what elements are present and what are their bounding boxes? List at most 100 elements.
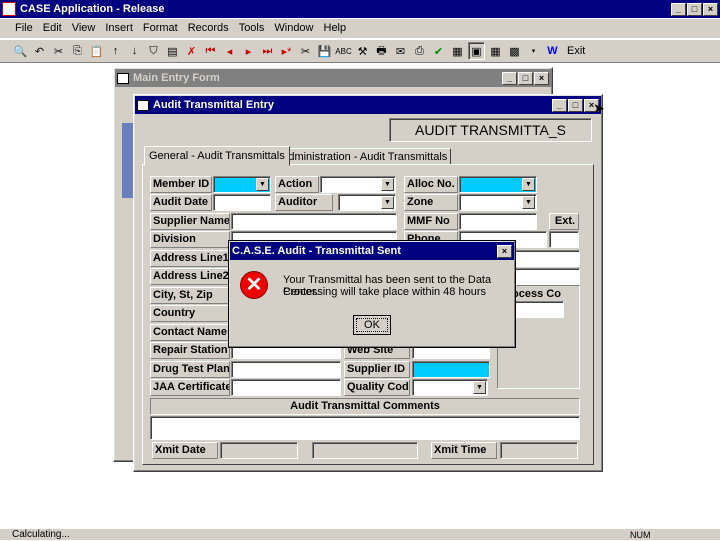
supplier-id-label: Supplier ID <box>344 361 410 378</box>
action-input[interactable]: ▼ <box>320 176 396 193</box>
address-line2-input[interactable] <box>512 268 580 285</box>
division-label: Division <box>150 231 230 248</box>
sort-asc-icon[interactable]: ↑ <box>107 42 124 60</box>
app-icon <box>2 2 16 16</box>
refresh-icon[interactable]: ✔ <box>430 42 447 60</box>
tab-general[interactable]: General - Audit Transmittals <box>144 146 290 166</box>
menu-file[interactable]: File <box>10 19 38 38</box>
menu-tools[interactable]: Tools <box>234 19 270 38</box>
error-icon: ✕ <box>240 271 268 299</box>
action-label: Action <box>275 176 319 193</box>
filter-form-icon[interactable]: ▤ <box>164 42 181 60</box>
find-icon[interactable]: 🔍 <box>12 42 29 60</box>
xmit-date-label: Xmit Date <box>152 442 218 459</box>
mmf-no-input[interactable] <box>459 213 537 230</box>
mmf-no-label: MMF No <box>404 213 458 230</box>
auditor-label: Auditor <box>275 194 333 211</box>
audit-maximize-button[interactable]: □ <box>568 98 583 112</box>
xmit-time-input[interactable] <box>500 442 578 459</box>
maximize-button[interactable]: □ <box>687 2 702 16</box>
supplier-id-input[interactable] <box>412 361 490 378</box>
cut-icon[interactable]: ✂ <box>50 42 67 60</box>
delete-record-icon[interactable]: ✂ <box>297 42 314 60</box>
ext-input[interactable] <box>549 231 579 248</box>
zone-input[interactable]: ▼ <box>459 194 537 211</box>
menu-view[interactable]: View <box>67 19 101 38</box>
print-icon[interactable]: 🖶 <box>373 42 390 60</box>
jaa-cert-label: JAA Certificate <box>150 379 230 396</box>
xmit-middle-input[interactable] <box>312 442 418 459</box>
chevron-down-icon[interactable]: ▼ <box>473 381 486 394</box>
main-form-title-bar: Main Entry Form _ □ × <box>115 69 551 87</box>
ok-button[interactable]: OK <box>353 315 391 335</box>
menu-window[interactable]: Window <box>269 19 318 38</box>
copy-icon[interactable]: ⎘ <box>69 42 86 60</box>
next-record-icon[interactable]: ▸ <box>240 42 257 60</box>
calc-icon[interactable]: ▦ <box>449 42 466 60</box>
comments-header: Audit Transmittal Comments <box>150 398 580 415</box>
filter-icon[interactable]: ⛉ <box>145 42 162 60</box>
process-code-input[interactable] <box>510 301 564 318</box>
status-text: Calculating... <box>12 529 70 540</box>
chevron-down-icon[interactable]: ▼ <box>256 178 269 191</box>
undo-icon[interactable]: ↶ <box>31 42 48 60</box>
supplier-name-input[interactable] <box>231 213 397 230</box>
jaa-cert-input[interactable] <box>231 379 341 396</box>
dialog-title-bar: C.A.S.E. Audit - Transmittal Sent × <box>230 242 514 260</box>
datasheet-icon[interactable]: ▦ <box>487 42 504 60</box>
mail-icon[interactable]: ✉ <box>392 42 409 60</box>
tools-icon[interactable]: ⚒ <box>354 42 371 60</box>
export-icon[interactable]: ⎙ <box>411 42 428 60</box>
dialog-close-button[interactable]: × <box>497 244 512 258</box>
exit-button[interactable]: Exit <box>563 42 589 60</box>
member-id-input[interactable]: ▼ <box>213 176 271 193</box>
sort-desc-icon[interactable]: ↓ <box>126 42 143 60</box>
menu-bar: File Edit View Insert Format Records Too… <box>0 19 720 38</box>
app-title: CASE Application - Release <box>20 3 165 15</box>
chevron-down-icon[interactable]: ▼ <box>381 196 394 209</box>
comments-input[interactable] <box>150 416 580 440</box>
main-maximize-button[interactable]: □ <box>518 71 533 85</box>
new-record-icon[interactable]: ▸* <box>278 42 295 60</box>
chevron-down-icon[interactable]: ▼ <box>522 178 535 191</box>
audit-banner: AUDIT TRANSMITTA_S <box>389 118 592 142</box>
drug-test-input[interactable] <box>231 361 341 378</box>
audit-minimize-button[interactable]: _ <box>552 98 567 112</box>
chevron-down-icon[interactable]: ▼ <box>381 178 394 191</box>
main-close-button[interactable]: × <box>534 71 549 85</box>
tab-administration[interactable]: Administration - Audit Transmittals <box>277 148 452 165</box>
audit-date-input[interactable] <box>213 194 271 211</box>
prev-record-icon[interactable]: ◂ <box>221 42 238 60</box>
save-record-icon[interactable]: 💾 <box>316 42 333 60</box>
xmit-date-input[interactable] <box>220 442 298 459</box>
quality-code-input[interactable]: ▼ <box>412 379 488 396</box>
chevron-down-icon[interactable]: ▼ <box>522 196 535 209</box>
member-id-label: Member ID <box>150 176 212 193</box>
toolbar: 🔍 ↶ ✂ ⎘ 📋 ↑ ↓ ⛉ ▤ ✗ ⏮ ◂ ▸ ⏭ ▸* ✂ 💾 ABC ⚒… <box>0 39 720 63</box>
menu-format[interactable]: Format <box>138 19 183 38</box>
process-code-label: ocess Co <box>512 288 561 300</box>
menu-edit[interactable]: Edit <box>38 19 67 38</box>
main-minimize-button[interactable]: _ <box>502 71 517 85</box>
auditor-input[interactable]: ▼ <box>338 194 396 211</box>
minimize-button[interactable]: _ <box>671 2 686 16</box>
last-record-icon[interactable]: ⏭ <box>259 42 276 60</box>
alloc-no-input[interactable]: ▼ <box>459 176 537 193</box>
spelling-icon[interactable]: ABC <box>335 42 352 60</box>
form-view-icon[interactable]: ▣ <box>468 42 485 60</box>
dialog-title: C.A.S.E. Audit - Transmittal Sent <box>232 245 401 257</box>
first-record-icon[interactable]: ⏮ <box>202 42 219 60</box>
city-label: City, St, Zip <box>150 287 230 304</box>
address-line1-input[interactable] <box>512 250 580 267</box>
remove-filter-icon[interactable]: ✗ <box>183 42 200 60</box>
ok-button-label: OK <box>356 318 388 332</box>
word-icon[interactable]: W <box>544 42 561 60</box>
menu-insert[interactable]: Insert <box>100 19 138 38</box>
grid-icon[interactable]: ▩ <box>506 42 523 60</box>
menu-help[interactable]: Help <box>319 19 352 38</box>
menu-records[interactable]: Records <box>183 19 234 38</box>
paste-icon[interactable]: 📋 <box>88 42 105 60</box>
dropdown-icon[interactable]: ▾ <box>525 42 542 60</box>
main-form-title: Main Entry Form <box>133 72 220 84</box>
close-button[interactable]: × <box>703 2 718 16</box>
